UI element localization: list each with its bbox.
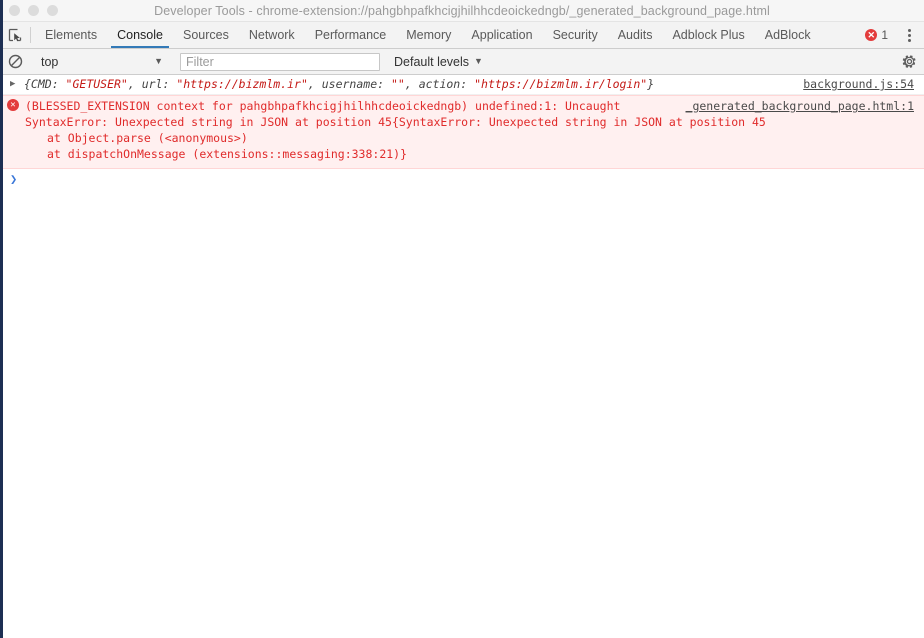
tab-application-label: Application (471, 28, 533, 42)
console-log-text: {CMD: "GETUSER", url: "https://bizmlm.ir… (24, 77, 803, 92)
devtools-tab-bar: Elements Console Sources Network Perform… (0, 22, 924, 49)
minimize-window-button[interactable] (28, 5, 39, 16)
tab-performance[interactable]: Performance (305, 22, 397, 48)
console-error-context-text: (BLESSED_EXTENSION context for pahgbhpaf… (25, 99, 621, 113)
console-prompt-row[interactable]: ❯ (0, 169, 924, 190)
kebab-menu-icon[interactable] (898, 22, 920, 48)
tab-sources[interactable]: Sources (173, 22, 239, 48)
console-source-link[interactable]: background.js:54 (803, 77, 924, 92)
disclosure-triangle-icon[interactable]: ▶ (10, 77, 19, 92)
tab-console[interactable]: Console (107, 22, 173, 48)
inspect-element-icon (8, 28, 23, 43)
log-segment-string: "https://bizmlm.ir/login" (474, 77, 648, 91)
tab-elements[interactable]: Elements (35, 22, 107, 48)
tab-memory-label: Memory (406, 28, 452, 42)
log-segment-plain: {CMD: (24, 77, 66, 91)
console-error-source-link[interactable]: _generated_background_page.html:1 (686, 98, 924, 114)
log-levels-value: Default levels (394, 54, 470, 69)
log-segment-string: "https://bizmlm.ir" (176, 77, 308, 91)
clear-console-icon (8, 54, 23, 69)
kebab-dot-3 (907, 38, 911, 42)
console-error-stack-frame[interactable]: at dispatchOnMessage (extensions::messag… (0, 146, 924, 162)
tab-adblock-plus[interactable]: Adblock Plus (662, 22, 754, 48)
tab-application[interactable]: Application (461, 22, 542, 48)
console-error-detail-text: SyntaxError: Unexpected string in JSON a… (25, 115, 766, 129)
error-count-label: 1 (881, 28, 888, 42)
log-segment-plain: , action: (404, 77, 475, 91)
window-title: Developer Tools - chrome-extension://pah… (154, 3, 770, 18)
tab-security[interactable]: Security (543, 22, 608, 48)
console-log-message[interactable]: ▶ {CMD: "GETUSER", url: "https://bizmlm.… (0, 75, 924, 95)
chevron-down-icon: ▼ (474, 56, 483, 66)
console-error-message[interactable]: ✕ (BLESSED_EXTENSION context for pahgbhp… (0, 95, 924, 169)
tab-performance-label: Performance (314, 28, 387, 42)
settings-button[interactable] (894, 54, 924, 69)
tab-security-label: Security (552, 28, 598, 42)
kebab-dot-2 (907, 33, 911, 37)
tab-memory[interactable]: Memory (396, 22, 461, 48)
console-prompt-caret-icon: ❯ (10, 172, 18, 186)
filter-input[interactable] (180, 52, 380, 71)
tab-sources-label: Sources (182, 28, 229, 42)
log-segment-string: "" (390, 77, 405, 91)
error-circle-icon: ✕ (865, 29, 878, 41)
tab-adblock-label: AdBlock (764, 28, 811, 42)
tab-adblock[interactable]: AdBlock (755, 22, 821, 48)
window-left-edge-strip (0, 0, 3, 638)
console-prompt-input[interactable] (23, 172, 924, 187)
tab-network[interactable]: Network (239, 22, 305, 48)
tab-audits[interactable]: Audits (608, 22, 663, 48)
console-message-list[interactable]: ▶ {CMD: "GETUSER", url: "https://bizmlm.… (0, 75, 924, 638)
error-count-badge[interactable]: ✕ 1 (860, 28, 893, 42)
error-circle-icon: ✕ (7, 99, 19, 111)
tab-elements-label: Elements (45, 28, 98, 42)
console-error-first-line: (BLESSED_EXTENSION context for pahgbhpaf… (0, 98, 924, 114)
tab-audits-label: Audits (617, 28, 653, 42)
log-segment-string: "GETUSER" (65, 77, 128, 91)
gear-icon (902, 54, 917, 69)
execution-context-selector[interactable]: top ▼ (31, 55, 171, 69)
kebab-dot-1 (907, 28, 911, 32)
execution-context-value: top (41, 54, 59, 69)
panel-tab-list: Elements Console Sources Network Perform… (31, 22, 860, 48)
tab-bar-right-controls: ✕ 1 (860, 22, 924, 48)
chevron-down-icon: ▼ (154, 56, 163, 66)
log-segment-plain: , username: (307, 77, 391, 91)
close-window-button[interactable] (9, 5, 20, 16)
title-bar: Developer Tools - chrome-extension://pah… (0, 0, 924, 22)
tab-network-label: Network (248, 28, 295, 42)
window-traffic-lights (0, 5, 58, 16)
console-error-stack-frame[interactable]: at Object.parse (<anonymous>) (0, 130, 924, 146)
log-segment-plain: } (647, 77, 655, 91)
console-toolbar: top ▼ Default levels ▼ (0, 49, 924, 75)
log-levels-selector[interactable]: Default levels ▼ (388, 55, 489, 69)
inspect-element-button[interactable] (0, 22, 30, 48)
tab-adblock-plus-label: Adblock Plus (672, 28, 745, 42)
tab-console-label: Console (117, 28, 163, 42)
log-segment-plain: , url: (127, 77, 177, 91)
zoom-window-button[interactable] (47, 5, 58, 16)
devtools-window: Developer Tools - chrome-extension://pah… (0, 0, 924, 638)
clear-console-button[interactable] (0, 54, 30, 69)
